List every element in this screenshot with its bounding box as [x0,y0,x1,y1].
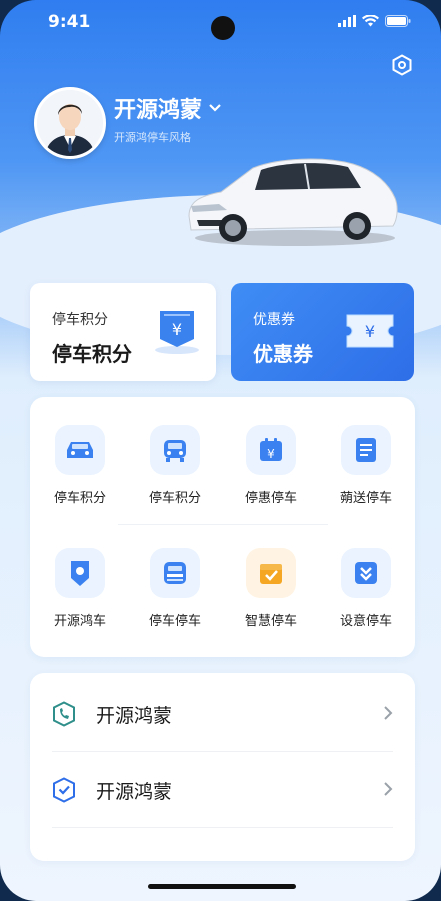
chevron-right-icon [384,706,393,720]
svg-text:¥: ¥ [172,320,182,339]
status-time: 9:41 [48,12,91,32]
grid-item-3[interactable]: ¥ 停惠停车 [223,425,319,506]
chevron-down-icon [209,104,221,112]
list-item-label: 开源鸿蒙 [96,781,173,803]
profile-subtitle: 开源鸿停车风格 [114,131,191,144]
settings-hex-icon[interactable] [391,54,413,76]
grid-item-6[interactable]: 停车停车 [127,548,223,629]
location-pin-icon [71,561,89,586]
home-indicator[interactable] [148,884,296,889]
user-portrait-icon [37,90,103,156]
svg-text:¥: ¥ [267,447,275,461]
grid-item-4[interactable]: 蒴送停车 [318,425,414,506]
coupon-card[interactable]: 优惠券 优惠券 ¥ [231,283,414,381]
camera-notch [211,16,235,40]
car-icon [67,442,93,458]
list-item[interactable]: 开源鸿蒙 [52,751,393,828]
grid-item-8[interactable]: 设意停车 [318,548,414,629]
avatar[interactable] [34,87,106,159]
coupon-card-title: 优惠券 [253,342,313,366]
garage-icon [164,562,186,584]
grid-item-1[interactable]: 停车积分 [32,425,128,506]
car-front-icon [164,440,186,462]
signal-icon [338,15,356,27]
feature-grid: 停车积分 停车积分 ¥ 停惠停车 蒴送停车 开源鸿车 停车停车 智慧停车 设意停… [30,397,415,657]
grid-item-2[interactable]: 停车积分 [127,425,223,506]
points-card-caption: 停车积分 [52,312,108,328]
list-item[interactable]: 开源鸿蒙 [52,675,393,752]
phone-shield-icon [53,701,75,727]
points-card[interactable]: 停车积分 停车积分 ¥ [30,283,216,381]
grid-item-7[interactable]: 智慧停车 [223,548,319,629]
ticket-yen-icon: ¥ [155,311,199,354]
chevron-right-icon [384,782,393,796]
calendar-yen-icon: ¥ [260,438,282,461]
shield-check-icon [53,777,75,803]
list-item-label: 开源鸿蒙 [96,705,173,727]
document-icon [356,438,376,462]
grid-divider [118,524,328,525]
menu-list: 开源鸿蒙 开源鸿蒙 [30,673,415,861]
wifi-icon [362,15,379,27]
car-image [188,158,398,246]
gift-box-icon [260,564,282,584]
status-bar: 9:41 [0,10,441,40]
battery-icon [385,15,411,27]
grid-item-5[interactable]: 开源鸿车 [32,548,128,629]
coupon-yen-icon: ¥ [346,314,394,348]
coupon-card-caption: 优惠券 [253,312,295,328]
profile-name[interactable]: 开源鸿蒙 [114,92,222,124]
phone-screen: 9:41 开源鸿蒙 开源鸿停车风格 停车积分 停车积分 ¥ 优惠券 优惠券 ¥ … [0,0,441,901]
svg-text:¥: ¥ [365,322,375,341]
points-card-title: 停车积分 [52,342,132,366]
download-box-icon [355,562,377,584]
